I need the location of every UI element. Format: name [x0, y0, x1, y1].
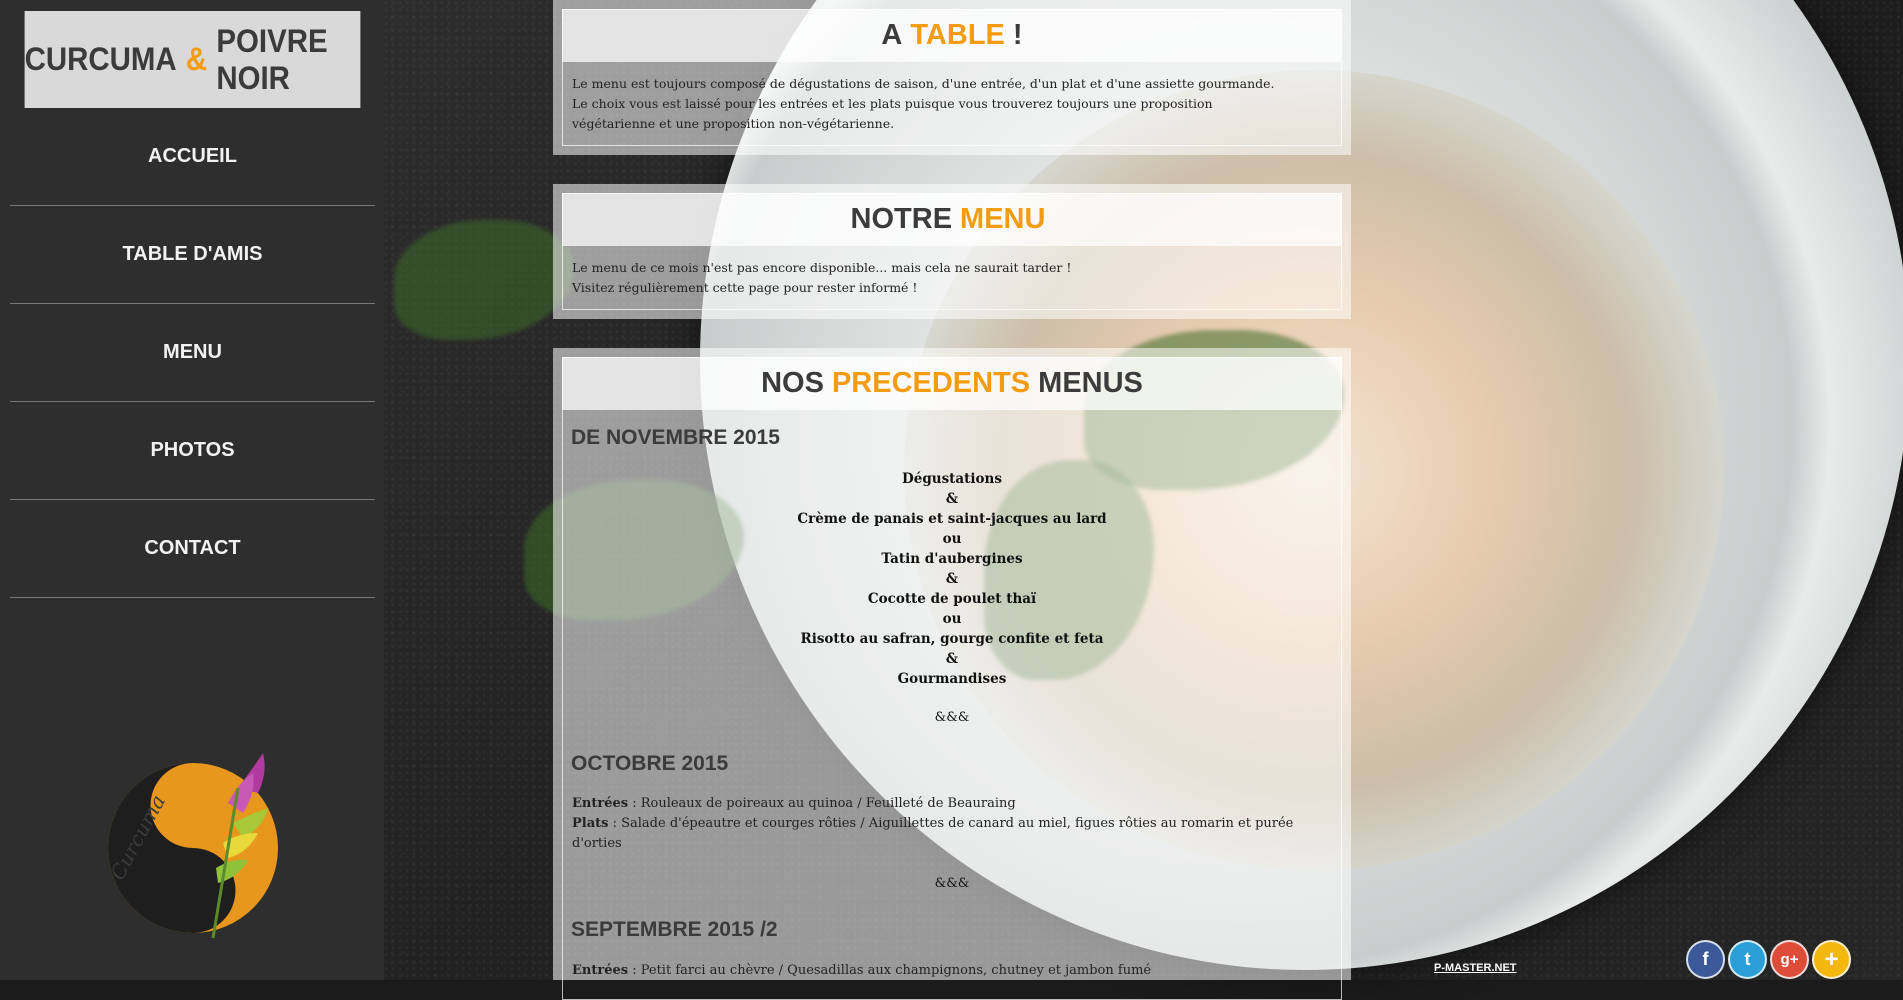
menu-heading-september: SEPTEMBRE 2015 /2: [571, 918, 778, 941]
menu-october-text: Entrées : Rouleaux de poireaux au quinoa…: [572, 796, 1294, 851]
separator: &&&: [934, 710, 970, 725]
menu-heading-october: OCTOBRE 2015: [571, 752, 729, 775]
intro-title: A TABLE !: [562, 9, 1342, 62]
share-more-icon[interactable]: +: [1812, 940, 1851, 979]
brand-logo: Curcuma: [105, 753, 278, 939]
nav-item-table-damis[interactable]: TABLE D'AMIS: [10, 206, 375, 304]
main-nav: ACCUEIL TABLE D'AMIS MENU PHOTOS CONTACT: [10, 108, 375, 598]
nav-item-accueil[interactable]: ACCUEIL: [10, 108, 375, 206]
menu-november-list: Dégustations & Crème de panais et saint-…: [797, 471, 1107, 687]
site-title[interactable]: CURCUMA & POIVRE NOIR: [24, 11, 361, 108]
twitter-icon[interactable]: t: [1728, 940, 1767, 979]
previous-menus-card: NOS PRECEDENTS MENUS DE NOVEMBRE 2015 Dé…: [553, 348, 1351, 1000]
intro-card: A TABLE ! Le menu est toujours composé d…: [553, 0, 1351, 155]
menu-heading-november: DE NOVEMBRE 2015: [571, 426, 780, 449]
facebook-icon[interactable]: f: [1686, 940, 1725, 979]
menu-september-text: Entrées : Petit farci au chèvre / Quesad…: [572, 963, 1152, 978]
previous-menus-title: NOS PRECEDENTS MENUS: [562, 357, 1342, 410]
nav-item-menu[interactable]: MENU: [10, 304, 375, 402]
intro-text: Le menu est toujours composé de dégustat…: [572, 76, 1275, 131]
separator: &&&: [934, 876, 970, 891]
nav-item-contact[interactable]: CONTACT: [10, 500, 375, 598]
current-menu-card: NOTRE MENU Le menu de ce mois n'est pas …: [553, 184, 1351, 319]
sidebar: CURCUMA & POIVRE NOIR ACCUEIL TABLE D'AM…: [0, 0, 384, 980]
google-plus-icon[interactable]: g+: [1770, 940, 1809, 979]
current-menu-text: Le menu de ce mois n'est pas encore disp…: [572, 260, 1072, 295]
credits-link[interactable]: P-MASTER.NET: [1434, 962, 1517, 974]
current-menu-title: NOTRE MENU: [562, 193, 1342, 246]
nav-item-photos[interactable]: PHOTOS: [10, 402, 375, 500]
